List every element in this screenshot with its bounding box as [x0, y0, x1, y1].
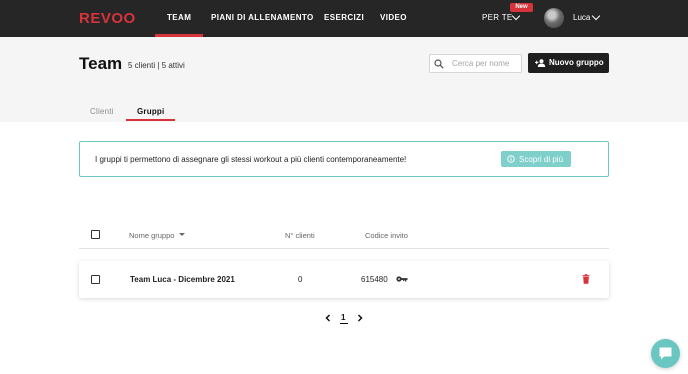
new-group-label: Nuovo gruppo [549, 58, 604, 67]
row-checkbox[interactable] [91, 275, 100, 284]
column-header-nome-gruppo[interactable]: Nome gruppo [129, 231, 174, 240]
discover-more-button[interactable]: Scopri di più [501, 151, 571, 167]
banner-text: I gruppi ti permettono di assegnare gli … [95, 155, 407, 164]
top-navbar: REVOO TEAM PIANI DI ALLENAMENTO ESERCIZI… [0, 0, 688, 37]
chat-icon [659, 347, 672, 360]
column-header-codice-invito: Codice invito [365, 231, 408, 240]
new-badge: New [510, 3, 533, 12]
active-tab-indicator [126, 119, 175, 121]
tab-clienti[interactable]: Clienti [90, 107, 114, 116]
column-header-n-clienti: N° clienti [285, 231, 315, 240]
avatar[interactable] [544, 8, 564, 28]
key-icon[interactable] [396, 275, 408, 283]
search-input[interactable] [449, 56, 519, 71]
chevron-down-icon[interactable] [591, 11, 601, 21]
discover-more-label: Scopri di più [519, 155, 564, 164]
group-client-count: 0 [298, 275, 303, 284]
tab-gruppi[interactable]: Gruppi [137, 107, 164, 116]
search-icon [434, 59, 444, 69]
client-count-summary: 5 clienti | 5 attivi [128, 61, 185, 70]
per-te-menu[interactable]: PER TE [482, 13, 513, 22]
user-name[interactable]: Luca [573, 13, 590, 22]
group-invite-code: 615480 [361, 275, 388, 284]
chat-button[interactable] [651, 339, 680, 368]
table-row[interactable]: Team Luca - Dicembre 2021 0 615480 [79, 261, 609, 298]
nav-item-esercizi[interactable]: ESERCIZI [324, 13, 364, 22]
nav-item-video[interactable]: VIDEO [380, 13, 407, 22]
nav-item-piani-di-allenamento[interactable]: PIANI DI ALLENAMENTO [211, 13, 314, 22]
brand-logo[interactable]: REVOO [79, 10, 136, 27]
page-header: Team 5 clienti | 5 attivi Nuovo gruppo C… [0, 37, 688, 122]
current-page-underline [340, 323, 348, 324]
new-group-button[interactable]: Nuovo gruppo [528, 53, 609, 73]
group-name[interactable]: Team Luca - Dicembre 2021 [130, 275, 235, 284]
sort-down-icon[interactable] [179, 233, 185, 236]
page-title: Team [79, 54, 123, 73]
nav-item-team[interactable]: TEAM [154, 13, 204, 37]
page-number-current[interactable]: 1 [341, 313, 345, 322]
select-all-checkbox[interactable] [91, 230, 100, 239]
table-header-divider [79, 248, 609, 249]
chevron-left-icon[interactable] [325, 314, 331, 322]
search-box[interactable] [429, 54, 522, 73]
chevron-down-icon[interactable] [511, 11, 521, 21]
chevron-right-icon[interactable] [357, 314, 363, 322]
add-user-icon [535, 59, 546, 67]
trash-icon[interactable] [582, 274, 590, 284]
info-banner: I gruppi ti permettono di assegnare gli … [79, 141, 609, 177]
info-icon [507, 155, 515, 163]
